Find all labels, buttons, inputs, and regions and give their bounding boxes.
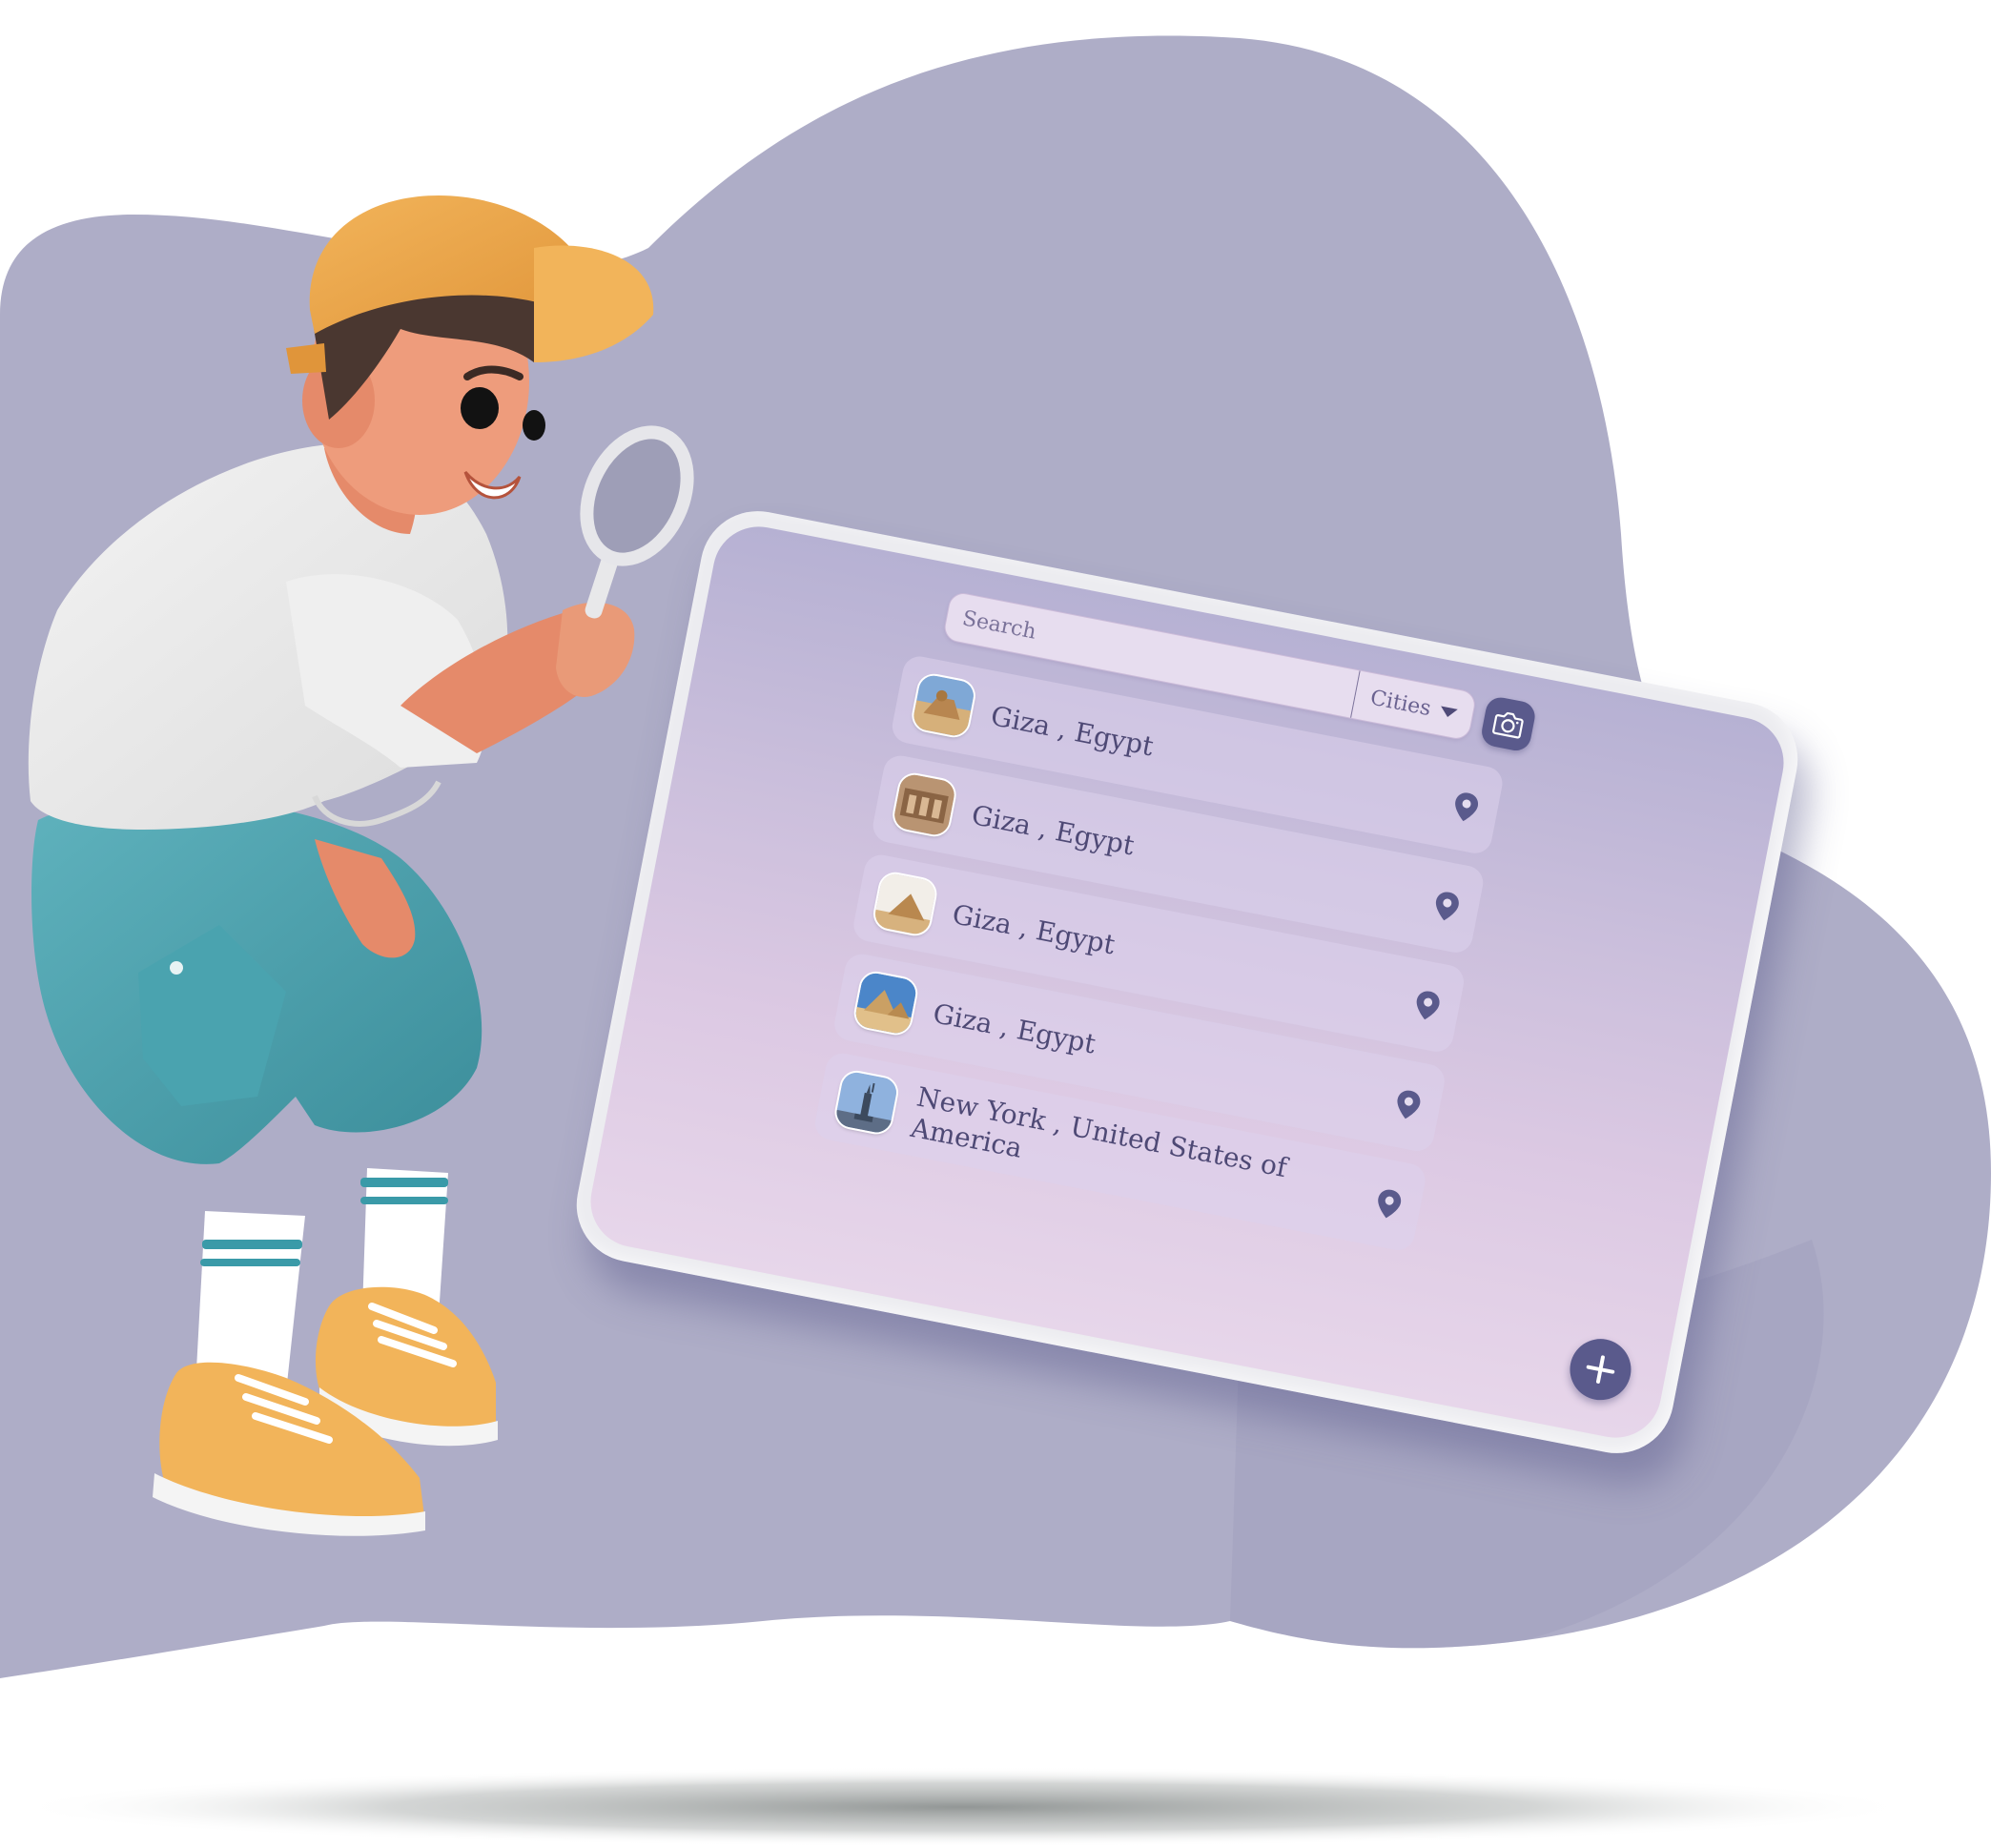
place-thumbnail (872, 872, 938, 937)
city-filter-label: Cities (1368, 685, 1433, 721)
city-filter-dropdown[interactable]: Cities (1350, 670, 1477, 741)
chevron-down-icon (1439, 706, 1458, 719)
place-thumbnail (852, 971, 918, 1037)
place-thumbnail (892, 772, 957, 838)
camera-search-button[interactable] (1479, 694, 1538, 753)
camera-icon (1492, 711, 1524, 739)
place-thumbnail (911, 672, 976, 738)
illustration-scene: Cities Giza , Egypt (0, 0, 1991, 1848)
floor-shadow (10, 1767, 1917, 1847)
map-pin-icon[interactable] (1393, 1087, 1424, 1121)
map-pin-icon[interactable] (1451, 790, 1482, 824)
map-pin-icon[interactable] (1412, 988, 1443, 1022)
plus-icon (1586, 1355, 1615, 1384)
map-pin-icon[interactable] (1374, 1186, 1405, 1221)
map-pin-icon[interactable] (1431, 889, 1462, 923)
results-list: Giza , Egypt Giza , Egypt Giza , Egypt G… (810, 653, 1506, 1265)
add-button[interactable] (1564, 1333, 1636, 1406)
place-thumbnail (833, 1070, 899, 1136)
